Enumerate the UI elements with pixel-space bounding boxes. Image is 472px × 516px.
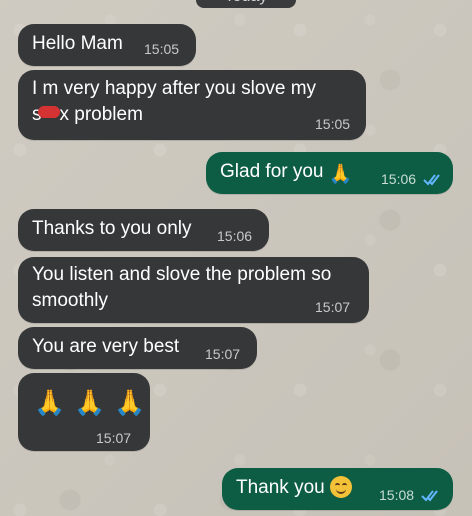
message-text: Glad for you 🙏: [220, 158, 352, 189]
message-text-suffix: x problem: [59, 104, 143, 125]
message-text-line-2: sx problem: [32, 101, 143, 129]
message-bubble-incoming-3[interactable]: Thanks to you only 15:06: [18, 209, 269, 251]
message-text: You are very best: [32, 336, 180, 357]
message-text: Hello Mam: [32, 33, 123, 54]
message-bubble-outgoing-2[interactable]: Thank you 15:08: [222, 468, 453, 510]
message-text-line-2: smoothly: [32, 290, 109, 311]
message-text-line-1: You listen and slove the problem so: [32, 264, 332, 285]
message-time: 15:07: [96, 430, 132, 446]
message-bubble-incoming-4[interactable]: You listen and slove the problem so smoo…: [18, 257, 369, 323]
message-text-line-1: I m very happy after you slove my: [32, 78, 317, 99]
message-time: 15:05: [144, 41, 180, 57]
double-check-icon: [421, 490, 438, 502]
message-time: 15:06: [217, 228, 253, 244]
message-time: 15:07: [205, 346, 241, 362]
emoji-row: 🙏 🙏 🙏: [34, 389, 145, 418]
message-bubble-incoming-5[interactable]: You are very best 15:07: [18, 327, 257, 369]
date-separator: Today: [196, 0, 296, 8]
message-text: Thank you: [236, 474, 353, 502]
message-time: 15:08: [379, 487, 415, 503]
censor-mark: [37, 106, 60, 118]
folded-hands-icon: 🙏: [114, 389, 146, 417]
message-bubble-incoming-1[interactable]: Hello Mam 15:05: [18, 24, 196, 66]
message-text: Thanks to you only: [32, 218, 192, 239]
smiling-face-icon: [330, 476, 353, 498]
message-time: 15:07: [315, 299, 351, 315]
message-bubble-incoming-2[interactable]: I m very happy after you slove my sx pro…: [18, 70, 366, 140]
message-time: 15:06: [381, 171, 417, 187]
folded-hands-icon: 🙏: [74, 389, 106, 417]
folded-hands-icon: 🙏: [328, 164, 353, 185]
message-text-body: Glad for you: [220, 161, 324, 182]
double-check-icon: [423, 174, 440, 186]
message-bubble-incoming-6[interactable]: 🙏 🙏 🙏 15:07: [18, 373, 150, 451]
message-text-body: Thank you: [236, 477, 325, 498]
message-bubble-outgoing-1[interactable]: Glad for you 🙏 15:06: [206, 152, 453, 194]
message-time: 15:05: [315, 116, 351, 132]
folded-hands-icon: 🙏: [34, 389, 66, 417]
smile-mouth: [336, 487, 347, 494]
